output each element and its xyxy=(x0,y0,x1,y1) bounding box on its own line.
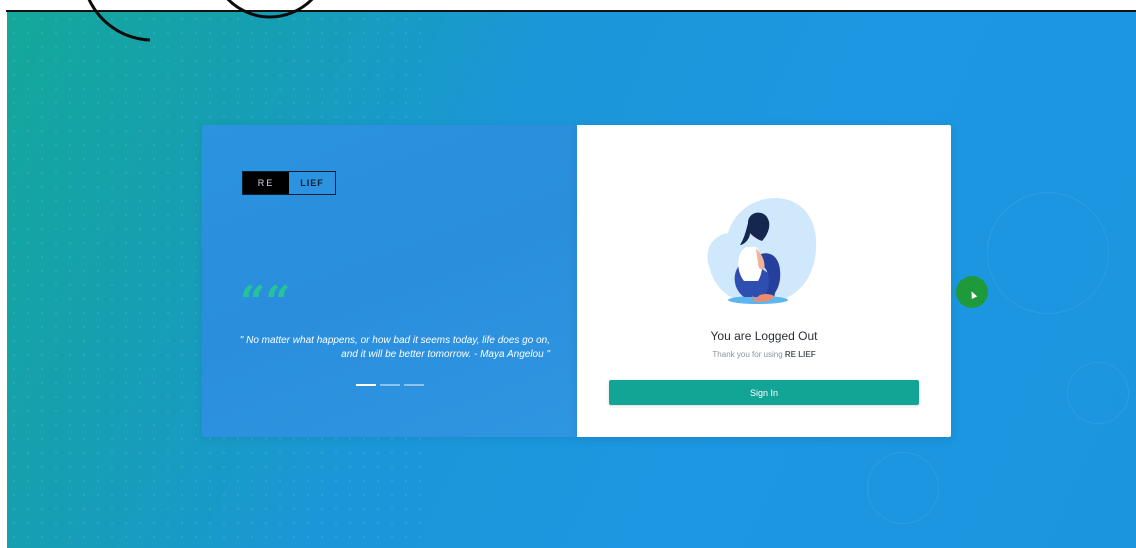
decor-circle xyxy=(1067,362,1129,424)
logo-re: RE xyxy=(243,172,289,194)
sign-in-button[interactable]: Sign In xyxy=(609,380,919,405)
relief-logo: RE LIEF xyxy=(242,171,336,195)
woman-sitting-illustration xyxy=(707,198,817,304)
decor-circle xyxy=(867,452,939,524)
logout-card: You are Logged Out Thank you for using R… xyxy=(577,125,951,437)
logo-lief: LIEF xyxy=(289,172,335,194)
logged-out-subtitle: Thank you for using RE LIEF xyxy=(577,350,951,359)
carousel-indicator[interactable] xyxy=(356,384,376,386)
quote-text: " No matter what happens, or how bad it … xyxy=(239,335,550,360)
quote-mark-icon: ““ xyxy=(240,277,291,328)
carousel-indicator[interactable] xyxy=(380,384,400,386)
decor-circle xyxy=(987,192,1109,314)
logged-out-title: You are Logged Out xyxy=(710,329,818,343)
subtitle-text: Thank you for using xyxy=(712,350,783,359)
top-bar xyxy=(0,0,1136,12)
subtitle-brand: RE LIEF xyxy=(784,350,816,359)
carousel-indicator[interactable] xyxy=(404,384,424,386)
quote-panel: RE LIEF ““ " No matter what happens, or … xyxy=(202,125,577,437)
carousel-indicators xyxy=(356,384,424,386)
